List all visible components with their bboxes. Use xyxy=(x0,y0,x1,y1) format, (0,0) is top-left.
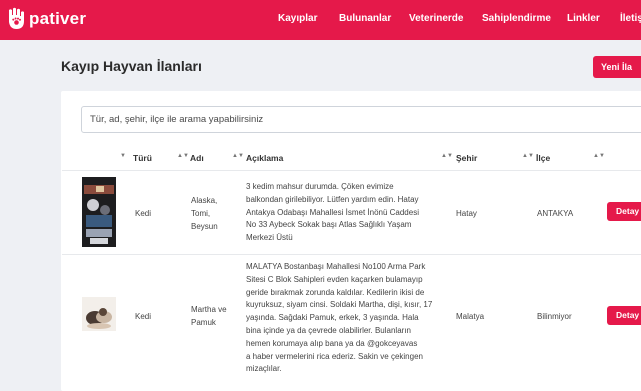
nav-item-kayiplar[interactable]: Kayıplar xyxy=(278,13,317,24)
brand-name: pativer xyxy=(29,9,87,28)
top-navbar: pativer Kayıplar Bulunanlar Veterinerde … xyxy=(0,0,641,40)
nav-item-veterinerde[interactable]: Veterinerde xyxy=(409,13,463,24)
detail-button[interactable]: Detay xyxy=(607,306,641,325)
sort-icon[interactable]: ▲▼ xyxy=(522,153,534,159)
cell-district: Bilinmiyor xyxy=(537,312,572,321)
row-divider xyxy=(62,254,641,255)
new-listing-button[interactable]: Yeni İla xyxy=(593,56,641,78)
cell-description: MALATYA Bostanbaşı Mahallesi No100 Arma … xyxy=(246,262,433,374)
column-header-city[interactable]: Şehir xyxy=(456,153,477,163)
detail-button[interactable]: Detay xyxy=(607,202,641,221)
cell-type: Kedi xyxy=(135,209,152,218)
column-header-type[interactable]: Türü xyxy=(133,153,152,163)
cell-name: Martha ve Pamuk xyxy=(191,305,227,327)
column-header-name[interactable]: Adı xyxy=(190,153,204,163)
pet-photo[interactable] xyxy=(82,297,116,331)
column-header-district[interactable]: İlçe xyxy=(536,153,550,163)
sort-icon[interactable]: ▲▼ xyxy=(232,153,244,159)
cell-city: Malatya xyxy=(456,312,485,321)
cell-description: 3 kedim mahsur durumda. Çöken evimize ba… xyxy=(246,182,419,243)
nav-item-iletisim[interactable]: İletişi xyxy=(620,13,641,24)
cell-type: Kedi xyxy=(135,312,152,321)
cell-city: Hatay xyxy=(456,209,477,218)
column-header-description[interactable]: Açıklama xyxy=(246,153,283,163)
cell-name: Alaska, Tomi, Beysun xyxy=(191,196,218,231)
sort-icon[interactable]: ▼ xyxy=(120,153,126,159)
sort-icon[interactable]: ▲▼ xyxy=(177,153,189,159)
nav-item-sahiplendirme[interactable]: Sahiplendirme xyxy=(482,13,551,24)
sort-icon[interactable]: ▲▼ xyxy=(593,153,605,159)
paw-hand-icon xyxy=(9,7,24,29)
nav-item-linkler[interactable]: Linkler xyxy=(567,13,600,24)
brand-logo[interactable]: pativer xyxy=(6,6,86,32)
sort-icon[interactable]: ▲▼ xyxy=(441,153,453,159)
search-box xyxy=(81,106,641,133)
search-input[interactable] xyxy=(82,107,641,132)
cell-district: ANTAKYA xyxy=(537,209,574,218)
pet-photo[interactable] xyxy=(82,177,116,247)
nav-item-bulunanlar[interactable]: Bulunanlar xyxy=(339,13,391,24)
page-title: Kayıp Hayvan İlanları xyxy=(61,58,202,74)
header-divider xyxy=(62,170,641,171)
